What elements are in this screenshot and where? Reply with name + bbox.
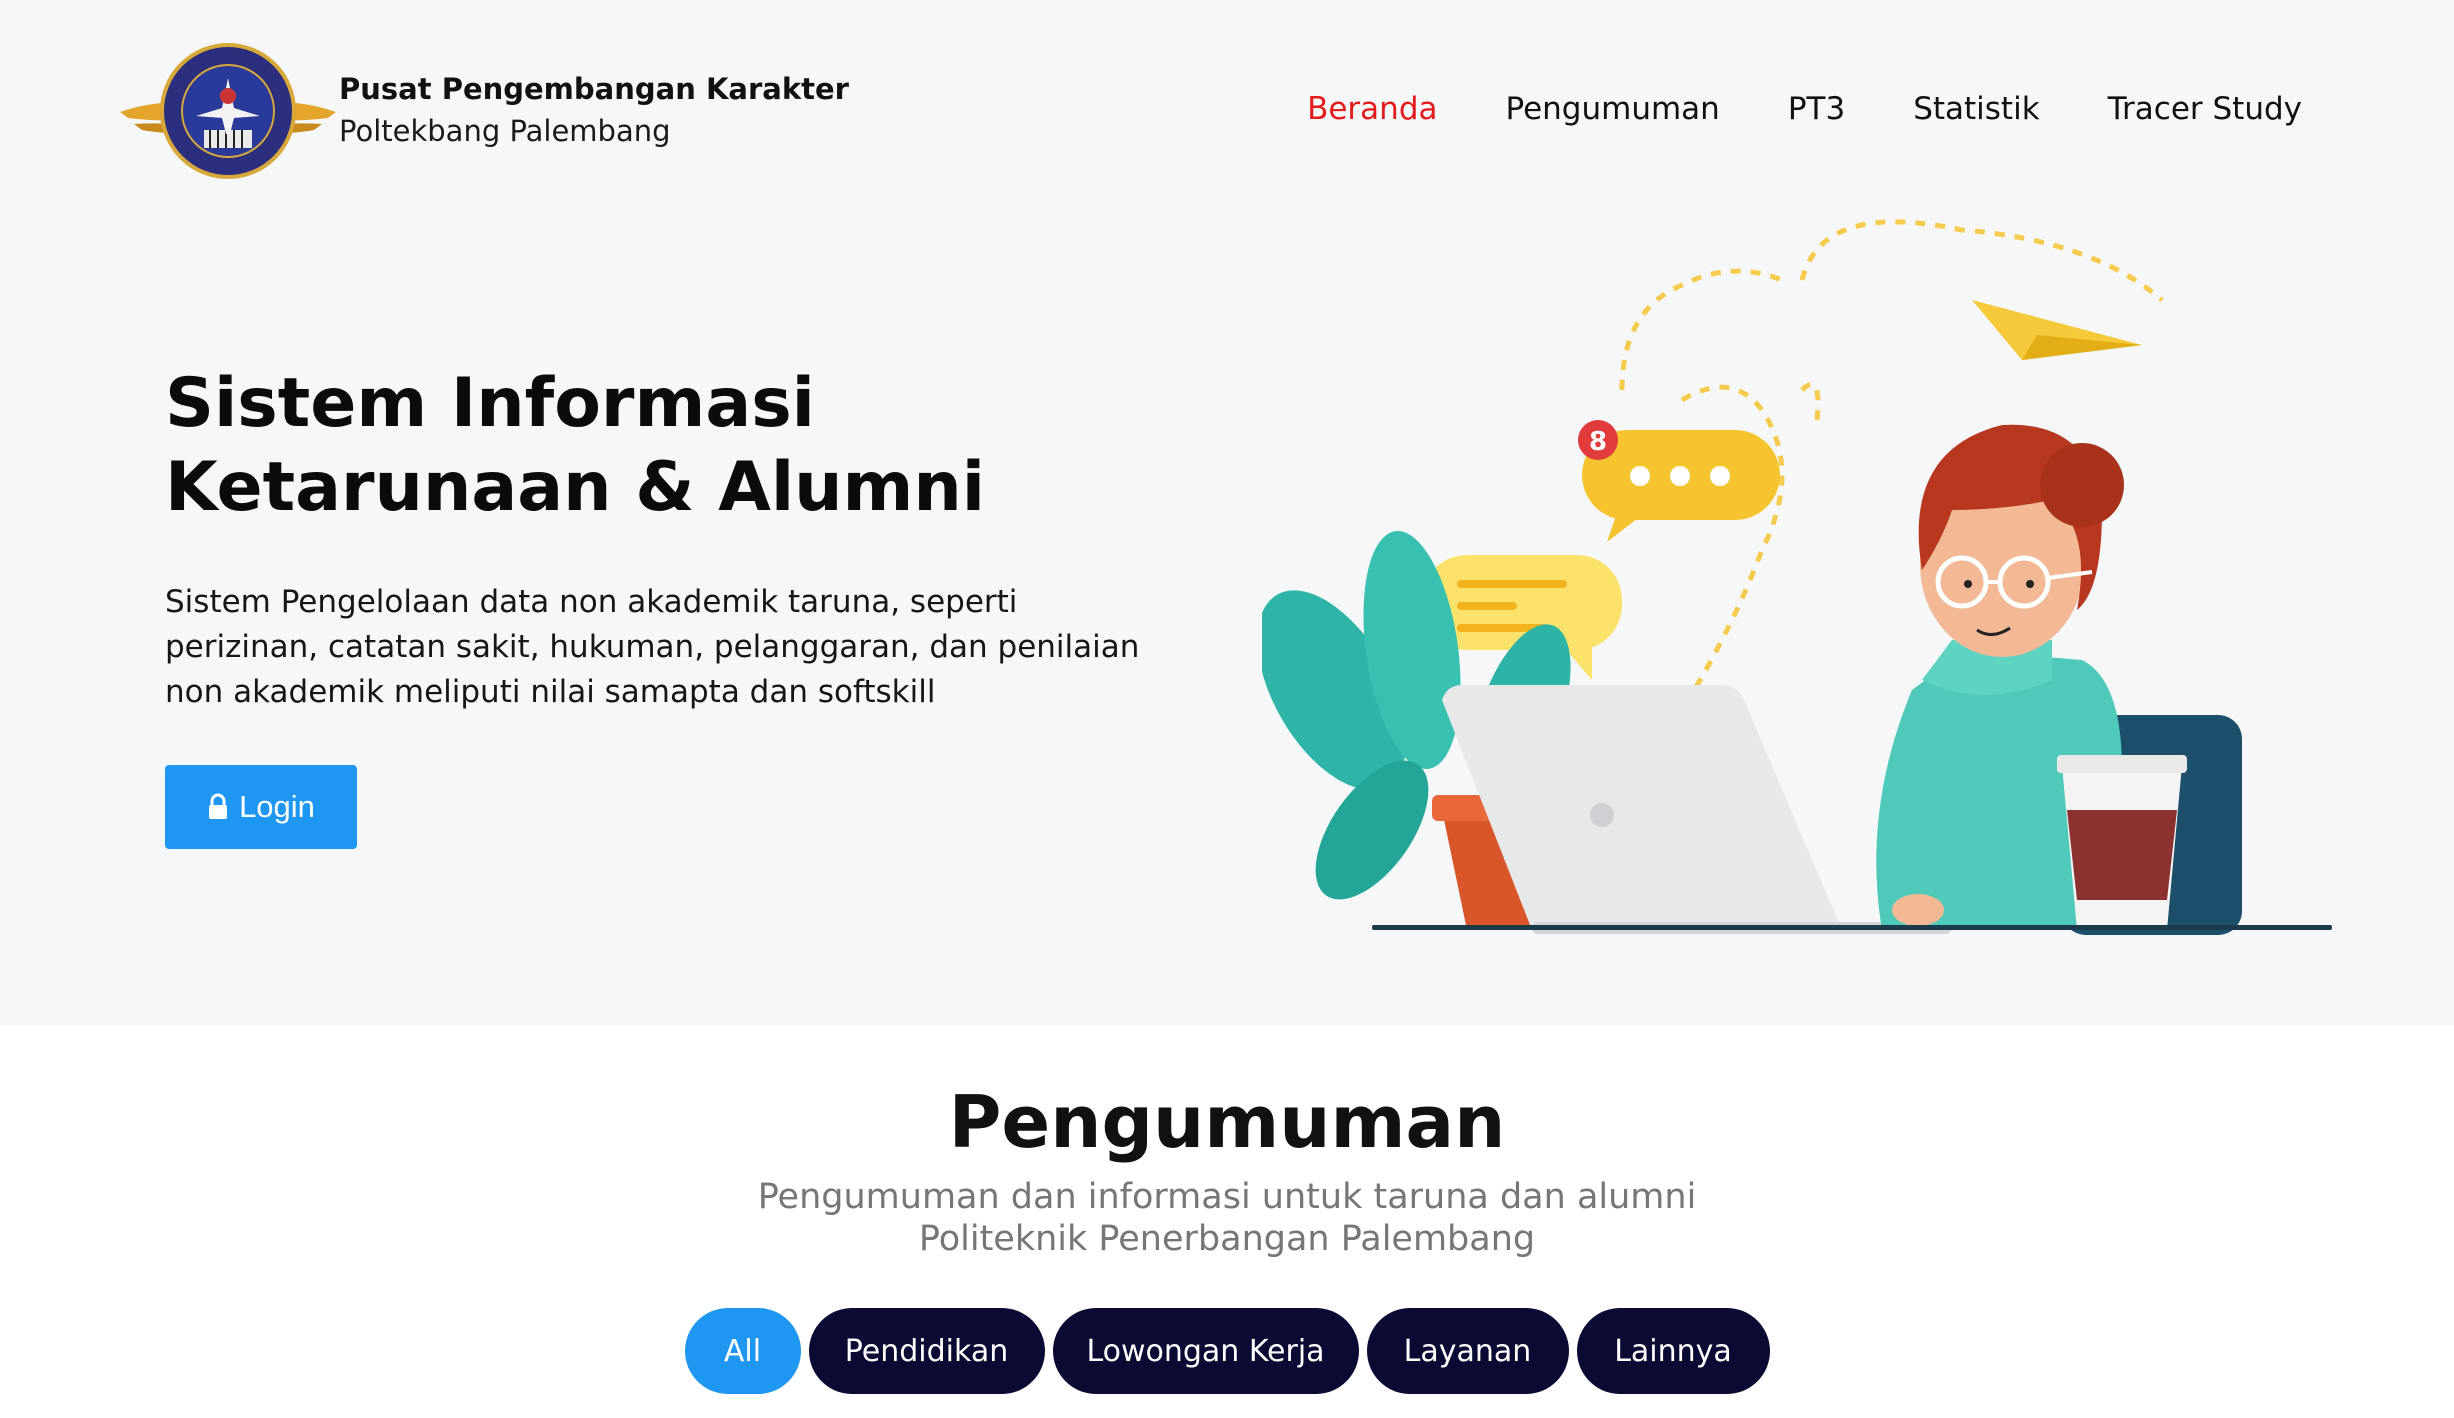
hero-section: Pusat Pengembangan Karakter Poltekbang P…	[0, 0, 2454, 1026]
announcement-filters: All Pendidikan Lowongan Kerja Layanan La…	[0, 1308, 2454, 1394]
filter-pendidikan[interactable]: Pendidikan	[808, 1308, 1045, 1394]
brand-subtitle: Poltekbang Palembang	[339, 114, 671, 148]
logo-emblem	[120, 43, 336, 179]
filter-lainnya[interactable]: Lainnya	[1576, 1308, 1770, 1394]
filter-layanan[interactable]: Layanan	[1366, 1308, 1569, 1394]
login-label: Login	[239, 789, 315, 824]
login-button[interactable]: Login	[165, 765, 357, 849]
hero-title-line2: Ketarunaan & Alumni	[165, 448, 986, 527]
nav-pengumuman[interactable]: Pengumuman	[1506, 84, 1720, 134]
filter-lowongan-kerja[interactable]: Lowongan Kerja	[1052, 1308, 1359, 1394]
announcements-subtitle: Pengumuman dan informasi untuk taruna da…	[0, 1176, 2454, 1260]
nav-pt3[interactable]: PT3	[1788, 84, 1845, 134]
hero-title-line1: Sistem Informasi	[165, 364, 815, 443]
hero-illustration: 8	[1262, 219, 2332, 935]
brand-text: Pusat Pengembangan Karakter Poltekbang P…	[339, 68, 849, 152]
announcements-subtitle-line1: Pengumuman dan informasi untuk taruna da…	[757, 1177, 1697, 1217]
brand-title: Pusat Pengembangan Karakter	[339, 72, 849, 106]
notification-count: 8	[1589, 427, 1607, 457]
nav-beranda[interactable]: Beranda	[1307, 84, 1437, 134]
notification-badge: 8	[1578, 420, 1618, 460]
nav-statistik[interactable]: Statistik	[1913, 84, 2039, 134]
announcements-subtitle-line2: Politeknik Penerbangan Palembang	[918, 1219, 1536, 1259]
hero-description: Sistem Pengelolaan data non akademik tar…	[165, 584, 1140, 710]
coffee-cup-illustration	[2057, 755, 2187, 930]
paper-plane-icon	[1972, 300, 2142, 360]
announcements-title: Pengumuman	[948, 1080, 1506, 1164]
nav-tracer-study[interactable]: Tracer Study	[2108, 84, 2302, 134]
filter-all[interactable]: All	[684, 1308, 801, 1394]
main-nav: Beranda Pengumuman PT3 Statistik Tracer …	[1239, 84, 2302, 134]
lock-icon	[209, 793, 228, 819]
hero-title: Sistem Informasi Ketarunaan & Alumni	[165, 362, 1145, 530]
